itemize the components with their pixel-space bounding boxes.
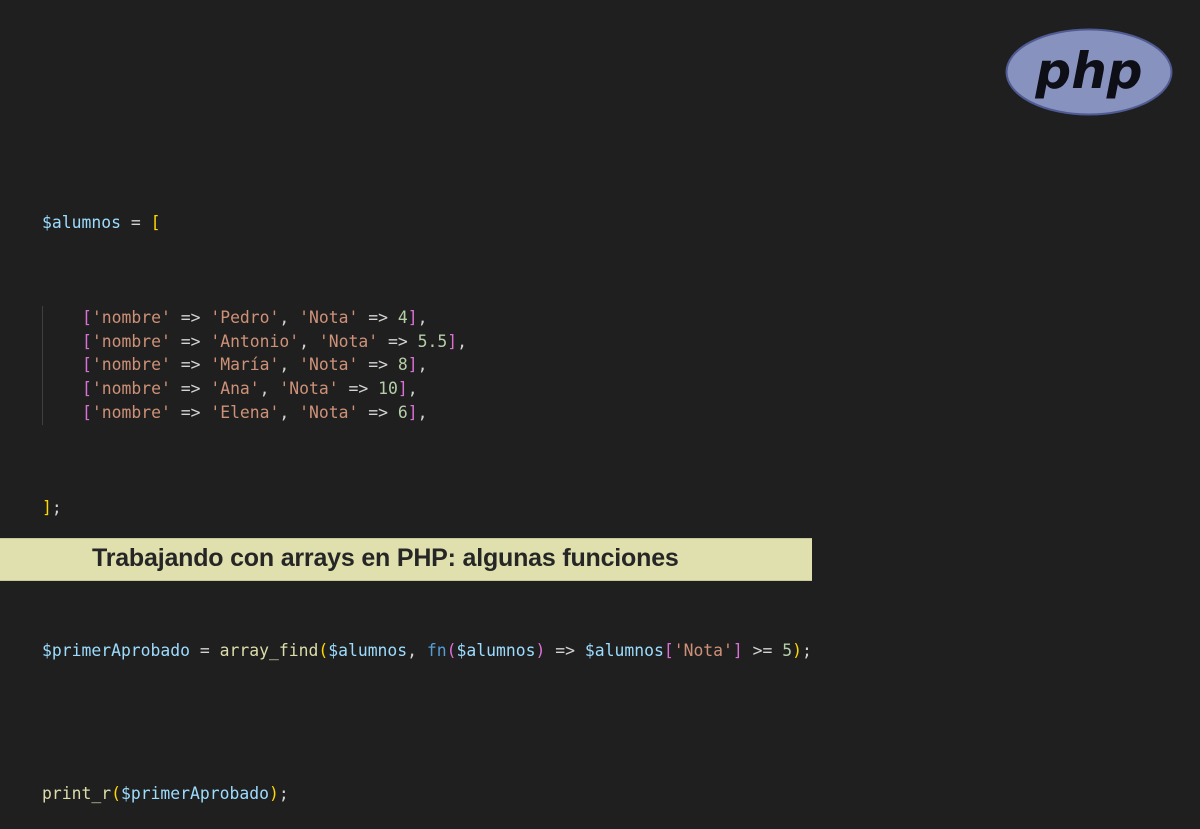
php-logo-text: php	[1034, 42, 1142, 100]
row-name: 'Pedro'	[210, 307, 280, 327]
array-rows: ['nombre' => 'Pedro', 'Nota' => 4], ['nom…	[42, 305, 812, 425]
code-line-7: ];	[42, 498, 62, 518]
row-nota: 10	[378, 379, 398, 399]
row-name: 'Elena'	[210, 402, 280, 422]
var-alumnos: $alumnos	[42, 212, 121, 232]
row-nota: 8	[397, 355, 408, 375]
php-logo: php	[1005, 28, 1173, 116]
row-name: 'Antonio'	[210, 331, 300, 351]
row-nota: 5.5	[417, 331, 448, 351]
array-row: ['nombre' => 'Antonio', 'Nota' => 5.5],	[82, 331, 467, 351]
array-row: ['nombre' => 'Elena', 'Nota' => 6],	[82, 402, 428, 422]
row-nota: 6	[397, 402, 408, 422]
row-name: 'María'	[210, 355, 280, 375]
code-block: $alumnos = [ ['nombre' => 'Pedro', 'Nota…	[42, 163, 812, 829]
array-row: ['nombre' => 'Pedro', 'Nota' => 4],	[82, 307, 428, 327]
banner-title: Trabajando con arrays en PHP: algunas fu…	[92, 544, 679, 572]
row-name: 'Ana'	[210, 379, 260, 399]
array-row: ['nombre' => 'Ana', 'Nota' => 10],	[82, 379, 418, 399]
code-line-9: $primerAprobado = array_find($alumnos, f…	[42, 640, 812, 660]
code-line-1: $alumnos = [	[42, 212, 161, 232]
fn-array-find: array_find	[219, 640, 319, 660]
title-banner: Trabajando con arrays en PHP: algunas fu…	[0, 538, 812, 581]
code-line-11: print_r($primerAprobado);	[42, 783, 289, 803]
row-nota: 4	[397, 307, 408, 327]
array-row: ['nombre' => 'María', 'Nota' => 8],	[82, 355, 428, 375]
fn-print-r: print_r	[42, 783, 112, 803]
kw-fn: fn	[426, 640, 447, 660]
